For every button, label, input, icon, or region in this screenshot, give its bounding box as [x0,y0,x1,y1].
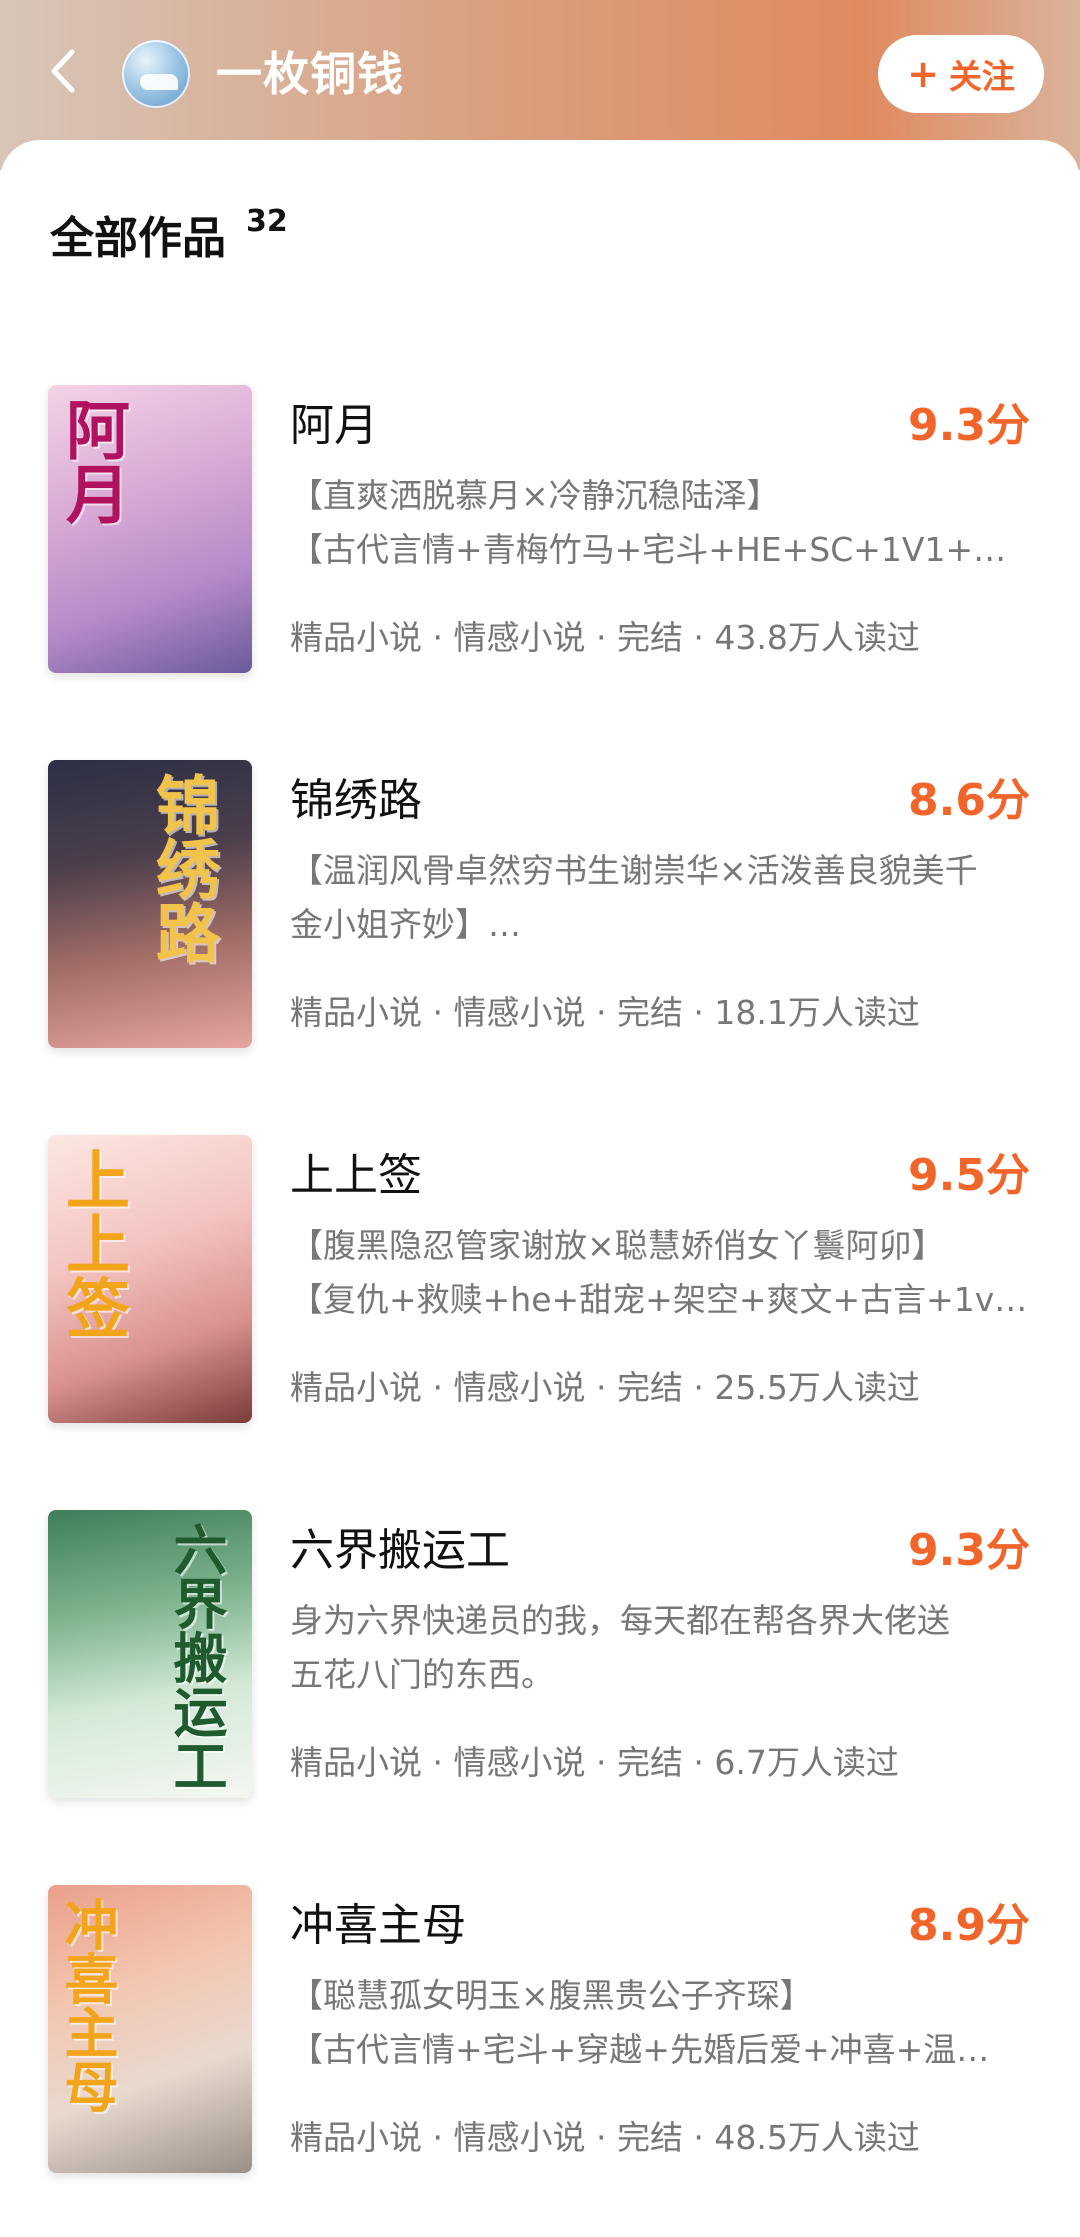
book-item[interactable]: 上上签 上上签 9.5分 【腹黑隐忍管家谢放×聪慧娇俏女丫鬟阿卯】 【复仇+救赎… [0,1135,1080,1435]
follow-label: 关注 [948,57,1015,96]
book-description: 【聪慧孤女明玉×腹黑贵公子齐琛】 【古代言情+宅斗+穿越+先婚后爱+冲喜+温… [290,1969,1034,2077]
book-item[interactable]: 锦绣路 锦绣路 8.6分 【温润风骨卓然穷书生谢崇华×活泼善良貌美千 金小姐齐妙… [0,760,1080,1060]
cover-title: 锦绣路 [145,772,220,964]
author-name: 一枚铜钱 [216,47,404,101]
book-title: 锦绣路 [290,775,422,826]
works-panel: 全部作品 32 阿月 阿月 9.3分 【直爽洒脱慕月×冷静沉稳陆泽】 【古代言情… [0,140,1080,2237]
description-line: 金小姐齐妙】… [290,905,521,944]
book-description: 【温润风骨卓然穷书生谢崇华×活泼善良貌美千 金小姐齐妙】… [290,844,1034,952]
book-meta: 精品小说 · 情感小说 · 完结 · 6.7万人读过 [290,1743,899,1782]
cover-title: 冲喜主母 [55,1897,119,2113]
book-item[interactable]: 阿月 阿月 9.3分 【直爽洒脱慕月×冷静沉稳陆泽】 【古代言情+青梅竹马+宅斗… [0,385,1080,685]
description-line: 五花八门的东西。 [290,1655,554,1694]
book-meta: 精品小说 · 情感小说 · 完结 · 18.1万人读过 [290,993,920,1032]
description-line: 身为六界快递员的我，每天都在帮各界大佬送 [290,1601,950,1640]
book-cover[interactable]: 上上签 [48,1135,252,1423]
book-score: 9.3分 [908,400,1030,451]
book-score: 9.3分 [908,1525,1030,1576]
plus-icon: + [907,52,939,96]
book-cover[interactable]: 六界搬运工 [48,1510,252,1798]
chevron-left-icon [51,49,75,93]
back-button[interactable] [40,48,86,94]
cover-title: 上上签 [55,1147,130,1339]
book-item[interactable]: 六界搬运工 六界搬运工 9.3分 身为六界快递员的我，每天都在帮各界大佬送 五花… [0,1510,1080,1810]
book-cover[interactable]: 冲喜主母 [48,1885,252,2173]
description-line: 【古代言情+宅斗+穿越+先婚后爱+冲喜+温… [290,2030,990,2069]
book-meta: 精品小说 · 情感小说 · 完结 · 43.8万人读过 [290,618,920,657]
description-line: 【温润风骨卓然穷书生谢崇华×活泼善良貌美千 [290,851,978,890]
book-score: 8.9分 [908,1900,1030,1951]
section-title: 全部作品 [50,213,226,264]
book-meta: 精品小说 · 情感小说 · 完结 · 48.5万人读过 [290,2118,920,2157]
book-description: 身为六界快递员的我，每天都在帮各界大佬送 五花八门的东西。 [290,1594,1034,1702]
cover-title: 六界搬运工 [164,1522,228,1792]
works-count: 32 [246,204,288,239]
book-score: 8.6分 [908,775,1030,826]
book-title: 阿月 [290,400,378,451]
book-title: 冲喜主母 [290,1900,466,1951]
book-cover[interactable]: 阿月 [48,385,252,673]
book-meta: 精品小说 · 情感小说 · 完结 · 25.5万人读过 [290,1368,920,1407]
book-title: 上上签 [290,1150,422,1201]
book-description: 【直爽洒脱慕月×冷静沉稳陆泽】 【古代言情+青梅竹马+宅斗+HE+SC+1V1+… [290,469,1034,577]
description-line: 【古代言情+青梅竹马+宅斗+HE+SC+1V1+… [290,530,1007,569]
description-line: 【复仇+救赎+he+甜宠+架空+爽文+古言+1v… [290,1280,1028,1319]
book-score: 9.5分 [908,1150,1030,1201]
cover-title: 阿月 [55,397,130,525]
book-description: 【腹黑隐忍管家谢放×聪慧娇俏女丫鬟阿卯】 【复仇+救赎+he+甜宠+架空+爽文+… [290,1219,1034,1327]
description-line: 【腹黑隐忍管家谢放×聪慧娇俏女丫鬟阿卯】 [290,1226,945,1265]
book-cover[interactable]: 锦绣路 [48,760,252,1048]
follow-button[interactable]: + 关注 [878,35,1044,113]
author-avatar[interactable] [122,40,190,108]
book-item[interactable]: 冲喜主母 冲喜主母 8.9分 【聪慧孤女明玉×腹黑贵公子齐琛】 【古代言情+宅斗… [0,1885,1080,2185]
book-title: 六界搬运工 [290,1525,510,1576]
description-line: 【直爽洒脱慕月×冷静沉稳陆泽】 [290,476,780,515]
description-line: 【聪慧孤女明玉×腹黑贵公子齐琛】 [290,1976,813,2015]
